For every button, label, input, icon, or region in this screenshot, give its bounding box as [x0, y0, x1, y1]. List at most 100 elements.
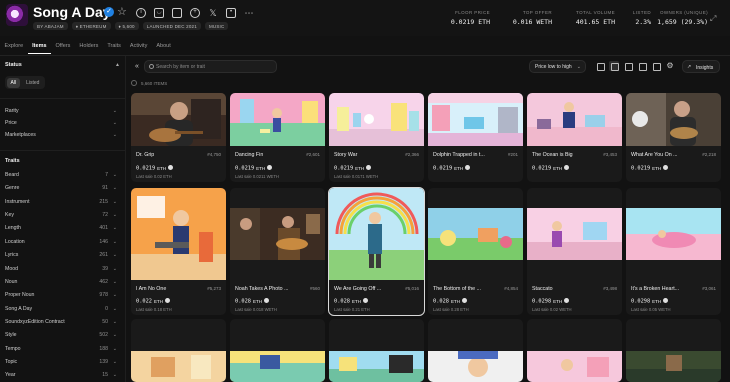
more-icon[interactable]: ⋯	[244, 8, 254, 18]
nft-thumbnail[interactable]	[527, 93, 622, 146]
nft-card[interactable]	[329, 319, 424, 382]
chevron-up-icon[interactable]: ▲	[115, 62, 120, 68]
tab-traits[interactable]: Traits	[103, 40, 126, 54]
nft-card[interactable]: We Are Going Off ... #5,016 0.028 ETH Las…	[328, 187, 425, 316]
status-all-button[interactable]: All	[6, 77, 21, 88]
nft-card[interactable]	[131, 319, 226, 382]
nft-card[interactable]: Story War #2,366 0.0219 ETH Last sale 0.0…	[329, 93, 424, 182]
chevron-down-icon: ⌄	[112, 224, 117, 231]
nft-card[interactable]	[428, 319, 523, 382]
trait-row[interactable]: Proper Noun 978 ⌄	[5, 291, 117, 301]
trait-row[interactable]: Length 401 ⌄	[5, 224, 117, 234]
nft-thumbnail[interactable]	[329, 93, 424, 146]
trait-row[interactable]: Lyrics 261 ⌄	[5, 251, 117, 261]
discord-icon[interactable]: ◡	[154, 8, 164, 18]
list-view-icon[interactable]	[637, 61, 647, 71]
nft-card[interactable]: Dr. Grip #4,750 0.0219 ETH Last sale 0.02…	[131, 93, 226, 182]
collection-avatar[interactable]	[6, 4, 28, 26]
sort-dropdown[interactable]: Price low to high ⌄	[529, 60, 586, 73]
trait-name: Length	[5, 225, 21, 231]
trait-row[interactable]: Year 15 ⌄	[5, 371, 117, 381]
nft-card[interactable]	[230, 319, 325, 382]
instagram-icon[interactable]: •	[226, 8, 236, 18]
trait-row[interactable]: Tempo 188 ⌄	[5, 345, 117, 355]
filter-marketplaces[interactable]: Marketplaces ⌄	[5, 131, 117, 141]
nft-price: 0.0219 ETH	[334, 165, 372, 172]
select-all-checkbox[interactable]	[131, 80, 137, 86]
table-view-icon[interactable]	[651, 61, 661, 71]
status-listed-button[interactable]: Listed	[22, 78, 43, 88]
tab-offers[interactable]: Offers	[51, 40, 75, 54]
grid-medium-icon[interactable]	[609, 61, 619, 71]
x-icon[interactable]: 𝕏	[208, 8, 218, 18]
nft-card[interactable]	[527, 319, 622, 382]
globe-icon[interactable]: +	[190, 8, 200, 18]
grid-large-icon[interactable]	[595, 61, 605, 71]
nft-card[interactable]: I Am No One #5,273 0.022 ETH Last sale 0.…	[131, 188, 226, 315]
nft-card[interactable]: Dolphin Trapped in t... #201 0.0219 ETH	[428, 93, 523, 182]
nft-thumbnail[interactable]	[131, 188, 226, 280]
price-value: 0.028	[235, 298, 251, 305]
trait-row[interactable]: Beard 7 ⌄	[5, 171, 117, 181]
favorite-star-icon[interactable]: ☆	[117, 5, 127, 18]
nft-thumbnail[interactable]	[527, 351, 622, 382]
nft-card[interactable]: Dancing Fin #2,601 0.0219 ETH Last sale 0…	[230, 93, 325, 182]
trait-count: 188	[99, 346, 108, 352]
search-input[interactable]	[156, 62, 274, 72]
category-chip[interactable]: MUSIC	[204, 22, 229, 30]
expand-icon[interactable]: ⤢	[710, 14, 716, 24]
insights-button[interactable]: ↗ Insights	[682, 60, 720, 73]
nft-thumbnail[interactable]	[230, 93, 325, 146]
trait-row[interactable]: Style 502 ⌄	[5, 331, 117, 341]
nft-card[interactable]: What Are You On ... #2,218 0.0219 ETH	[626, 93, 721, 182]
chevron-down-icon: ⌄	[112, 251, 117, 258]
trait-row[interactable]: Key 72 ⌄	[5, 211, 117, 221]
trait-row[interactable]: Instrument 215 ⌄	[5, 198, 117, 208]
trait-row[interactable]: Topic 139 ⌄	[5, 358, 117, 368]
trait-row[interactable]: Location 146 ⌄	[5, 238, 117, 248]
nft-thumbnail[interactable]	[428, 351, 523, 382]
nft-card[interactable]: The Bottom of the ... #4,854 0.028 ETH La…	[428, 188, 523, 315]
nft-thumbnail[interactable]	[131, 93, 226, 146]
nft-thumbnail[interactable]	[428, 208, 523, 260]
nft-thumbnail[interactable]	[131, 351, 226, 382]
nft-thumbnail[interactable]	[329, 188, 424, 280]
tab-explore[interactable]: Explore	[0, 40, 28, 54]
trait-row[interactable]: SoundxyzEdition Contract 50 ⌄	[5, 318, 117, 328]
nft-thumbnail[interactable]	[428, 93, 523, 146]
nft-thumbnail[interactable]	[626, 351, 721, 382]
tab-about[interactable]: About	[152, 40, 175, 54]
chevron-down-icon: ⌄	[112, 331, 117, 338]
nft-thumbnail[interactable]	[527, 208, 622, 260]
copy-icon[interactable]	[172, 8, 182, 18]
nft-card[interactable]: Noah Takes A Photo ... #560 0.028 ETH Las…	[230, 188, 325, 315]
trait-row[interactable]: Song A Day 0 ⌄	[5, 305, 117, 315]
nft-card[interactable]: Staccato #3,498 0.0298 ETH Last sale 0.02…	[527, 188, 622, 315]
tab-holders[interactable]: Holders	[75, 40, 103, 54]
chevron-down-icon: ⌄	[112, 345, 117, 352]
nft-card[interactable]: It's a Broken Heart... #3,061 0.0298 ETH …	[626, 188, 721, 315]
creator-chip[interactable]: BY ABAJAM	[33, 22, 68, 30]
trait-row[interactable]: Genre 91 ⌄	[5, 184, 117, 194]
tab-items[interactable]: Items	[27, 40, 52, 54]
search-box[interactable]	[144, 60, 277, 73]
nft-thumbnail[interactable]	[626, 208, 721, 260]
tab-activity[interactable]: Activity	[125, 40, 151, 54]
nft-card[interactable]: The Ocean is Big #3,453 0.0219 ETH	[527, 93, 622, 182]
filter-price[interactable]: Price ⌄	[5, 119, 117, 129]
nft-thumbnail[interactable]	[230, 208, 325, 260]
info-icon[interactable]: i	[136, 8, 146, 18]
nft-thumbnail[interactable]	[230, 351, 325, 382]
status-title[interactable]: Status	[5, 62, 22, 68]
trait-row[interactable]: Mood 39 ⌄	[5, 265, 117, 275]
stat-value: 0.0219 ETH	[450, 18, 490, 26]
trait-name: Topic	[5, 359, 18, 365]
nft-thumbnail[interactable]	[626, 93, 721, 146]
collapse-sidebar-button[interactable]: «	[131, 61, 143, 73]
nft-card[interactable]	[626, 319, 721, 382]
nft-thumbnail[interactable]	[329, 351, 424, 382]
grid-small-icon[interactable]	[623, 61, 633, 71]
trait-row[interactable]: Noun 462 ⌄	[5, 278, 117, 288]
settings-gear-icon[interactable]: ⚙	[664, 60, 676, 72]
filter-rarity[interactable]: Rarity ⌄	[5, 107, 117, 117]
